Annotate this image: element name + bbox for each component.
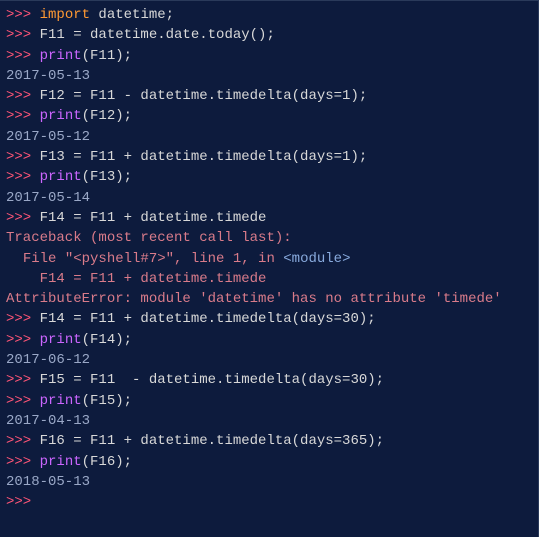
- output-line: 2018-05-13: [6, 472, 532, 492]
- code-text: datetime;: [90, 7, 174, 23]
- python-shell-terminal[interactable]: >>> import datetime;>>> F11 = datetime.d…: [6, 5, 532, 512]
- code-text: (F16);: [82, 454, 132, 470]
- output-text: 2018-05-13: [6, 474, 90, 490]
- input-line: >>> F16 = F11 + datetime.timedelta(days=…: [6, 431, 532, 451]
- prompt-symbol: >>>: [6, 433, 40, 449]
- output-line: 2017-05-13: [6, 66, 532, 86]
- module-tag: <module>: [283, 251, 350, 267]
- prompt-symbol: >>>: [6, 88, 40, 104]
- keyword-token: import: [40, 7, 90, 23]
- input-line: >>> F15 = F11 - datetime.timedelta(days=…: [6, 370, 532, 390]
- code-text: F16 = F11 + datetime.timedelta(days=365)…: [40, 433, 384, 449]
- function-token: print: [40, 393, 82, 409]
- error-text: F14 = F11 + datetime.timede: [6, 271, 266, 287]
- prompt-symbol: >>>: [6, 48, 40, 64]
- output-text: 2017-05-13: [6, 68, 90, 84]
- code-text: F12 = F11 - datetime.timedelta(days=1);: [40, 88, 368, 104]
- output-text: 2017-05-12: [6, 129, 90, 145]
- function-token: print: [40, 169, 82, 185]
- function-token: print: [40, 108, 82, 124]
- input-line: >>> F14 = F11 + datetime.timedelta(days=…: [6, 309, 532, 329]
- code-text: (F12);: [82, 108, 132, 124]
- input-line: >>> F13 = F11 + datetime.timedelta(days=…: [6, 147, 532, 167]
- error-line: Traceback (most recent call last):: [6, 228, 532, 248]
- function-token: print: [40, 332, 82, 348]
- code-text: F13 = F11 + datetime.timedelta(days=1);: [40, 149, 368, 165]
- prompt-symbol: >>>: [6, 494, 40, 510]
- output-text: 2017-04-13: [6, 413, 90, 429]
- prompt-symbol: >>>: [6, 108, 40, 124]
- error-line: AttributeError: module 'datetime' has no…: [6, 289, 532, 309]
- input-line: >>> print(F15);: [6, 391, 532, 411]
- code-text: (F15);: [82, 393, 132, 409]
- input-line: >>> print(F12);: [6, 106, 532, 126]
- code-text: F11 = datetime.date.today();: [40, 27, 275, 43]
- input-line: >>>: [6, 492, 532, 512]
- function-token: print: [40, 454, 82, 470]
- code-text: F14 = F11 + datetime.timedelta(days=30);: [40, 311, 376, 327]
- input-line: >>> F14 = F11 + datetime.timede: [6, 208, 532, 228]
- output-line: 2017-04-13: [6, 411, 532, 431]
- prompt-symbol: >>>: [6, 372, 40, 388]
- error-line: F14 = F11 + datetime.timede: [6, 269, 532, 289]
- prompt-symbol: >>>: [6, 393, 40, 409]
- input-line: >>> print(F16);: [6, 452, 532, 472]
- prompt-symbol: >>>: [6, 27, 40, 43]
- prompt-symbol: >>>: [6, 169, 40, 185]
- prompt-symbol: >>>: [6, 454, 40, 470]
- code-text: (F14);: [82, 332, 132, 348]
- input-line: >>> F12 = F11 - datetime.timedelta(days=…: [6, 86, 532, 106]
- error-text: File "<pyshell#7>", line 1, in: [6, 251, 283, 267]
- code-text: (F11);: [82, 48, 132, 64]
- code-text: F14 = F11 + datetime.timede: [40, 210, 267, 226]
- error-text: Traceback (most recent call last):: [6, 230, 292, 246]
- output-line: 2017-05-12: [6, 127, 532, 147]
- output-text: 2017-05-14: [6, 190, 90, 206]
- input-line: >>> print(F14);: [6, 330, 532, 350]
- code-text: F15 = F11 - datetime.timedelta(days=30);: [40, 372, 384, 388]
- prompt-symbol: >>>: [6, 311, 40, 327]
- prompt-symbol: >>>: [6, 7, 40, 23]
- prompt-symbol: >>>: [6, 332, 40, 348]
- output-text: 2017-06-12: [6, 352, 90, 368]
- code-text: (F13);: [82, 169, 132, 185]
- input-line: >>> import datetime;: [6, 5, 532, 25]
- input-line: >>> print(F11);: [6, 46, 532, 66]
- output-line: 2017-06-12: [6, 350, 532, 370]
- input-line: >>> F11 = datetime.date.today();: [6, 25, 532, 45]
- error-line: File "<pyshell#7>", line 1, in <module>: [6, 249, 532, 269]
- function-token: print: [40, 48, 82, 64]
- prompt-symbol: >>>: [6, 210, 40, 226]
- prompt-symbol: >>>: [6, 149, 40, 165]
- output-line: 2017-05-14: [6, 188, 532, 208]
- input-line: >>> print(F13);: [6, 167, 532, 187]
- error-text: AttributeError: module 'datetime' has no…: [6, 291, 502, 307]
